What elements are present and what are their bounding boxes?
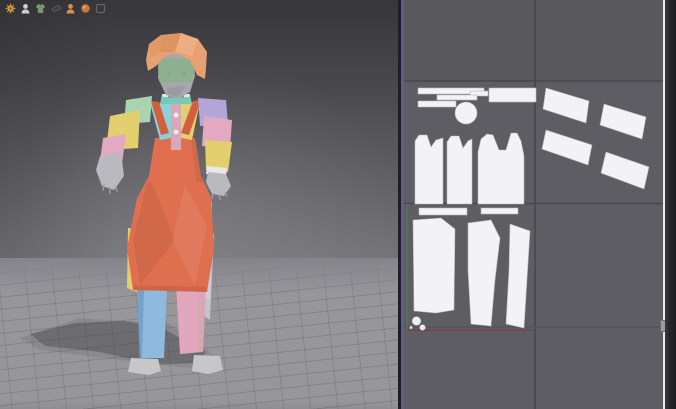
pattern-panel[interactable]: 3 bbox=[404, 0, 663, 409]
sleeve-strip-3-piece[interactable] bbox=[541, 129, 593, 166]
face-selection-overlay bbox=[157, 58, 195, 82]
strap-strip-c[interactable] bbox=[436, 94, 478, 101]
hat-circle-piece[interactable] bbox=[454, 101, 478, 125]
3d-viewport[interactable] bbox=[0, 0, 399, 409]
pattern-pieces bbox=[412, 87, 650, 329]
top-row-shade bbox=[404, 0, 663, 81]
apron[interactable] bbox=[127, 138, 214, 292]
settings-gear-icon[interactable] bbox=[5, 3, 16, 14]
pin-tool-icon[interactable] bbox=[50, 3, 61, 14]
avatar-skin-icon[interactable] bbox=[65, 3, 76, 14]
origin-markers bbox=[409, 316, 426, 331]
avatar-show-icon[interactable] bbox=[20, 3, 31, 14]
sleeve-strip-2-piece[interactable] bbox=[599, 103, 647, 140]
waistband-strip-b[interactable] bbox=[480, 207, 519, 215]
strap-strip-d[interactable] bbox=[417, 100, 457, 108]
avatar-with-garment[interactable] bbox=[0, 0, 399, 409]
tank-back-piece[interactable] bbox=[477, 132, 525, 205]
sphere-mode-icon[interactable] bbox=[80, 3, 91, 14]
viewport-toolbar bbox=[5, 3, 106, 14]
right-edge-strip bbox=[665, 0, 676, 409]
pocket-panel-piece[interactable] bbox=[488, 87, 537, 103]
apron-skirt-piece[interactable] bbox=[412, 217, 456, 314]
pattern-canvas[interactable] bbox=[404, 0, 663, 409]
sleeve-strip-4-piece[interactable] bbox=[600, 151, 650, 190]
sleeve-left[interactable] bbox=[100, 96, 152, 164]
extra-tool-icon[interactable] bbox=[95, 3, 106, 14]
waistband-strip-a[interactable] bbox=[418, 207, 468, 216]
app-window: 3 bbox=[0, 0, 676, 409]
garment-show-icon[interactable] bbox=[35, 3, 46, 14]
bodice-front-right-piece[interactable] bbox=[446, 135, 473, 205]
bodice-front-left-piece[interactable] bbox=[414, 134, 444, 205]
sleeve-right[interactable] bbox=[198, 98, 232, 176]
pant-leg-left-piece[interactable] bbox=[467, 219, 501, 327]
pant-leg-right-piece[interactable] bbox=[505, 223, 531, 329]
sleeve-strip-1-piece[interactable] bbox=[542, 87, 590, 124]
